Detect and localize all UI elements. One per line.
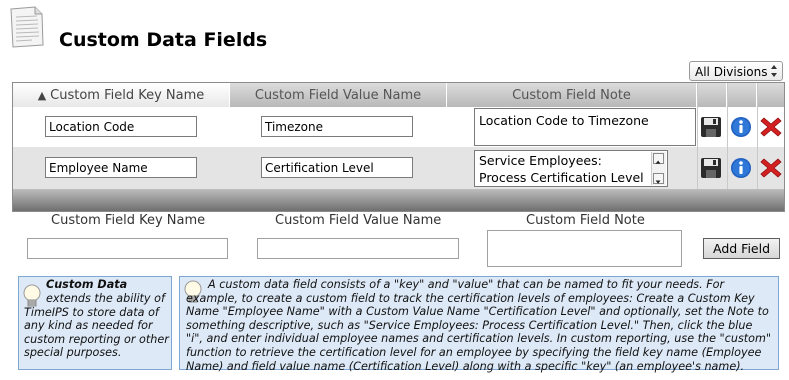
help-details-text: A custom data field consists of a "key" … [186,278,772,373]
help-box-details: A custom data field consists of a "key" … [179,276,779,373]
info-icon[interactable] [730,157,752,179]
division-select[interactable]: All Divisions [689,61,783,81]
table-row: Employee Name Certification Level Servic… [13,147,784,189]
save-icon[interactable] [700,116,722,138]
column-header-note-label: Custom Field Note [512,87,631,103]
column-header-delete [757,83,784,107]
note-textarea[interactable]: Location Code to Timezone [474,108,696,146]
value-name-input[interactable]: Timezone [261,116,413,137]
column-header-note[interactable]: Custom Field Note [447,83,697,107]
division-select-value: All Divisions [695,65,768,79]
custom-fields-table: ▲ Custom Field Key Name Custom Field Val… [12,82,785,212]
column-header-info [727,83,757,107]
column-header-key[interactable]: ▲ Custom Field Key Name [13,83,230,107]
add-field-button[interactable]: Add Field [703,238,780,259]
new-value-input[interactable] [257,238,459,259]
table-row: Location Code Timezone Location Code to … [13,107,784,147]
new-key-input[interactable] [27,238,228,259]
new-key-label: Custom Field Key Name [51,213,206,228]
column-divider [757,83,758,189]
new-note-label: Custom Field Note [526,213,645,228]
note-textarea[interactable]: Service Employees: Process Certification… [474,150,668,187]
select-arrows-icon [771,65,777,77]
save-icon[interactable] [700,157,722,179]
page-title: Custom Data Fields [59,29,268,51]
scroll-down-icon[interactable] [653,173,664,184]
column-divider [727,83,728,189]
note-text: Location Code to Timezone [479,113,649,128]
column-header-value-label: Custom Field Value Name [254,87,422,103]
column-divider [697,83,698,189]
document-icon [10,6,44,48]
info-icon[interactable] [730,116,752,138]
help-summary-text: extends the ability of TimeIPS to store … [24,292,169,360]
note-text-line1: Service Employees: [479,153,602,168]
value-name-input[interactable]: Certification Level [261,157,413,178]
column-header-key-label: Custom Field Key Name [50,87,205,103]
scroll-up-icon[interactable] [653,153,664,164]
column-header-value[interactable]: Custom Field Value Name [230,83,447,107]
new-value-label: Custom Field Value Name [275,213,442,228]
note-scrollbar[interactable] [651,152,666,185]
column-header-save [697,83,727,107]
table-footer [13,189,784,211]
delete-icon[interactable] [760,116,782,138]
key-name-input[interactable]: Location Code [45,116,197,137]
sort-ascending-icon: ▲ [37,88,47,102]
delete-icon[interactable] [760,157,782,179]
note-text-line2: Process Certification Level [479,170,644,185]
new-note-textarea[interactable] [487,230,682,267]
key-name-input[interactable]: Employee Name [45,157,197,178]
help-box-summary: Custom Data extends the ability of TimeI… [18,276,172,370]
